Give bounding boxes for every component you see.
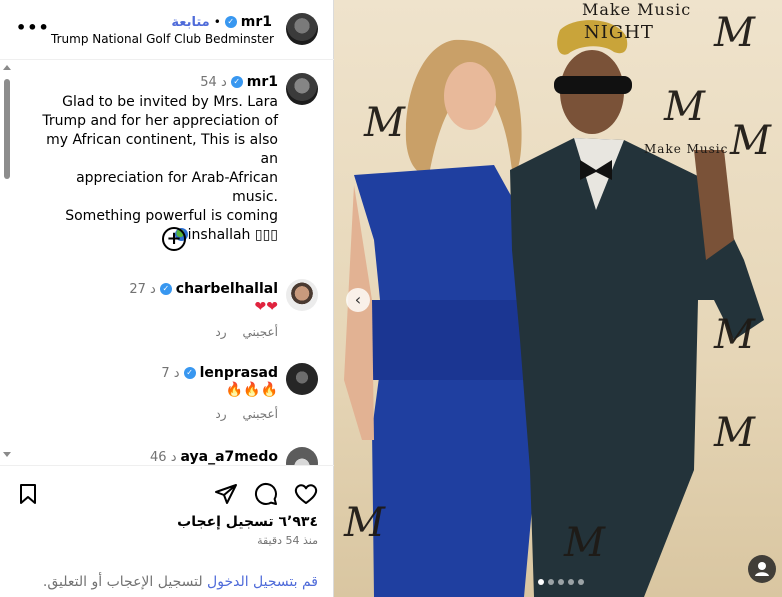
comment-avatar[interactable] bbox=[286, 447, 318, 465]
post-header: ••• متابعة • ✓ mr1 Trump National Golf C… bbox=[0, 0, 334, 60]
caption-line: Trump and for her appreciation of bbox=[42, 113, 278, 129]
backdrop-logo: M bbox=[730, 118, 771, 164]
likes-count[interactable]: ٦٬٩٣٤ تسجيل إعجاب bbox=[177, 514, 318, 530]
comment-actions: أعجبني رد bbox=[215, 407, 278, 421]
post-photo[interactable]: Make Music NIGHT M M Make Music M M M M … bbox=[334, 0, 782, 597]
backdrop-brand-small: Make Music bbox=[644, 142, 729, 156]
comment-reply-button[interactable]: رد bbox=[215, 325, 226, 339]
comment-meta: 46 د aya_a7medo bbox=[150, 449, 278, 465]
post-side-panel: ••• متابعة • ✓ mr1 Trump National Golf C… bbox=[0, 0, 334, 597]
verified-badge-icon: ✓ bbox=[183, 367, 196, 379]
backdrop-logo: M bbox=[714, 10, 755, 56]
backdrop-logo: M bbox=[714, 410, 755, 456]
comment-username[interactable]: aya_a7medo bbox=[180, 449, 278, 465]
comment-bubble-icon[interactable] bbox=[254, 482, 278, 506]
carousel-dot[interactable] bbox=[538, 579, 544, 585]
caption-line: appreciation for Arab-African music. bbox=[76, 170, 278, 205]
backdrop-brand-night: NIGHT bbox=[584, 22, 654, 43]
scroll-down-arrow-icon[interactable] bbox=[3, 452, 11, 457]
comment-text: ❤❤ bbox=[254, 299, 278, 315]
carousel-prev-button[interactable]: ‹ bbox=[346, 288, 370, 312]
comment-time: 7 د bbox=[161, 365, 180, 381]
header-user-line: متابعة • ✓ mr1 bbox=[171, 13, 272, 31]
caption-line: Something powerful is coming bbox=[65, 208, 278, 224]
comments-scroll-area[interactable]: 54 د ✓ mr1 Glad to be invited by Mrs. La… bbox=[0, 61, 334, 465]
comment-avatar[interactable] bbox=[286, 363, 318, 395]
comment-actions: أعجبني رد bbox=[215, 325, 278, 339]
carousel-dot[interactable] bbox=[578, 579, 584, 585]
carousel-dot[interactable] bbox=[548, 579, 554, 585]
comment-meta: 27 د ✓ charbelhallal bbox=[129, 281, 278, 297]
login-link[interactable]: قم بتسجيل الدخول bbox=[207, 574, 318, 590]
login-prompt-text: لتسجيل الإعجاب أو التعليق. bbox=[42, 574, 208, 590]
scrollbar-thumb[interactable] bbox=[4, 79, 10, 179]
save-bookmark-icon[interactable] bbox=[16, 482, 40, 506]
comment-meta: 7 د ✓ lenprasad bbox=[161, 365, 278, 381]
post-actions: ٦٬٩٣٤ تسجيل إعجاب منذ 54 دقيقة قم بتسجيل… bbox=[0, 465, 334, 597]
login-prompt: قم بتسجيل الدخول لتسجيل الإعجاب أو التعل… bbox=[43, 574, 318, 590]
comment-avatar[interactable] bbox=[286, 279, 318, 311]
caption-line: Glad to be invited by Mrs. Lara bbox=[62, 94, 278, 110]
caption-line: my African continent, This is also an bbox=[46, 132, 278, 167]
header-avatar[interactable] bbox=[286, 13, 318, 45]
carousel-dot[interactable] bbox=[558, 579, 564, 585]
caption-line: inshallah ▯▯▯ bbox=[28, 226, 278, 245]
verified-badge-icon: ✓ bbox=[224, 16, 237, 28]
like-heart-icon[interactable] bbox=[294, 482, 318, 506]
caption-meta: 54 د ✓ mr1 bbox=[200, 74, 278, 90]
separator-dot: • bbox=[213, 15, 221, 29]
carousel-indicator bbox=[538, 579, 584, 585]
user-tag-icon[interactable] bbox=[748, 555, 776, 583]
backdrop-brand-top: Make Music bbox=[582, 0, 692, 19]
comment-like-button[interactable]: أعجبني bbox=[243, 325, 278, 339]
scroll-up-arrow-icon[interactable] bbox=[3, 65, 11, 70]
share-send-icon[interactable] bbox=[214, 482, 238, 506]
backdrop-logo: M bbox=[364, 100, 405, 146]
comment-reply-button[interactable]: رد bbox=[215, 407, 226, 421]
photo-scene bbox=[344, 20, 764, 597]
carousel-dot[interactable] bbox=[568, 579, 574, 585]
load-more-comments-plus-icon[interactable]: + bbox=[162, 227, 186, 251]
comment-text: 🔥🔥🔥 bbox=[225, 382, 278, 398]
backdrop-logo: M bbox=[564, 520, 605, 566]
backdrop-logo: M bbox=[344, 500, 385, 546]
caption-emoji-tail: ▯▯▯ bbox=[254, 227, 278, 243]
follow-button[interactable]: متابعة bbox=[171, 15, 209, 30]
comment-time: 27 د bbox=[129, 281, 156, 297]
comment-time: 46 د bbox=[150, 449, 177, 465]
location-link[interactable]: Trump National Golf Club Bedminster bbox=[51, 32, 274, 46]
caption-avatar[interactable] bbox=[286, 73, 318, 105]
scrollbar[interactable] bbox=[2, 61, 12, 465]
caption-text: Glad to be invited by Mrs. Lara Trump an… bbox=[28, 93, 278, 245]
header-username[interactable]: mr1 bbox=[241, 14, 272, 30]
backdrop-logo: M bbox=[664, 84, 705, 130]
comment-username[interactable]: lenprasad bbox=[200, 365, 278, 381]
post-timestamp[interactable]: منذ 54 دقيقة bbox=[257, 534, 318, 547]
comment-like-button[interactable]: أعجبني bbox=[243, 407, 278, 421]
more-options-button[interactable]: ••• bbox=[16, 18, 49, 38]
caption-inshallah: inshallah bbox=[187, 227, 251, 243]
verified-badge-icon: ✓ bbox=[159, 283, 172, 295]
backdrop-logo: M bbox=[714, 312, 755, 358]
comment-username[interactable]: charbelhallal bbox=[176, 281, 278, 297]
person-icon bbox=[755, 562, 769, 576]
caption-time: 54 د bbox=[200, 74, 227, 90]
verified-badge-icon: ✓ bbox=[230, 76, 243, 88]
caption-username[interactable]: mr1 bbox=[247, 74, 278, 90]
